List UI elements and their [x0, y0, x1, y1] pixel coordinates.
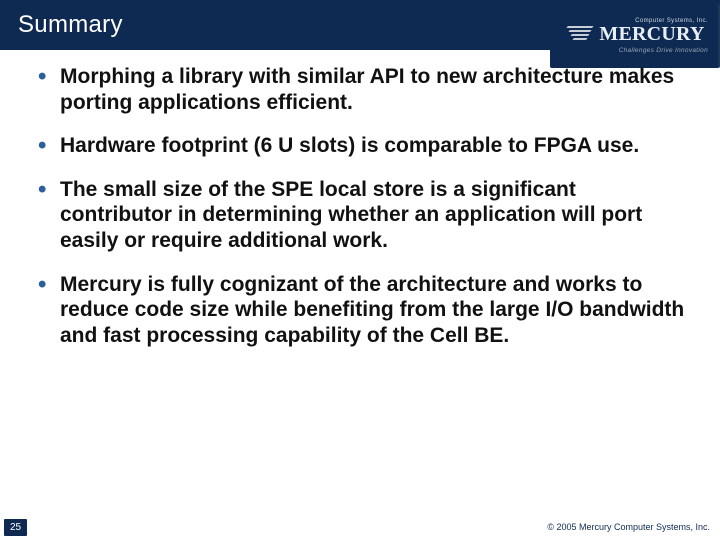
bullet-list: Morphing a library with similar API to n…: [38, 64, 690, 348]
copyright-text: © 2005 Mercury Computer Systems, Inc.: [547, 522, 710, 532]
slide-title: Summary: [0, 11, 123, 39]
bullet-text: Hardware footprint (6 U slots) is compar…: [60, 134, 639, 157]
page-number: 25: [4, 519, 27, 536]
footer: 25 © 2005 Mercury Computer Systems, Inc.: [0, 518, 720, 540]
bullet-item: Morphing a library with similar API to n…: [38, 64, 690, 115]
content-area: Morphing a library with similar API to n…: [0, 64, 720, 512]
logo-wordmark: MERCURY: [599, 23, 704, 46]
title-bar: Summary Computer Systems, Inc. MERCURY C…: [0, 0, 720, 50]
logo-line: MERCURY: [565, 23, 704, 46]
bullet-item: Hardware footprint (6 U slots) is compar…: [38, 133, 690, 159]
bullet-item: The small size of the SPE local store is…: [38, 177, 690, 254]
bullet-text: Morphing a library with similar API to n…: [60, 65, 674, 114]
bullet-item: Mercury is fully cognizant of the archit…: [38, 272, 690, 349]
logo-tagline: Challenges Drive Innovation: [619, 47, 720, 54]
brand-logo: Computer Systems, Inc. MERCURY Challenge…: [550, 4, 720, 68]
bullet-text: The small size of the SPE local store is…: [60, 178, 642, 252]
wing-icon: [565, 26, 593, 44]
slide: Summary Computer Systems, Inc. MERCURY C…: [0, 0, 720, 540]
bullet-text: Mercury is fully cognizant of the archit…: [60, 273, 684, 347]
